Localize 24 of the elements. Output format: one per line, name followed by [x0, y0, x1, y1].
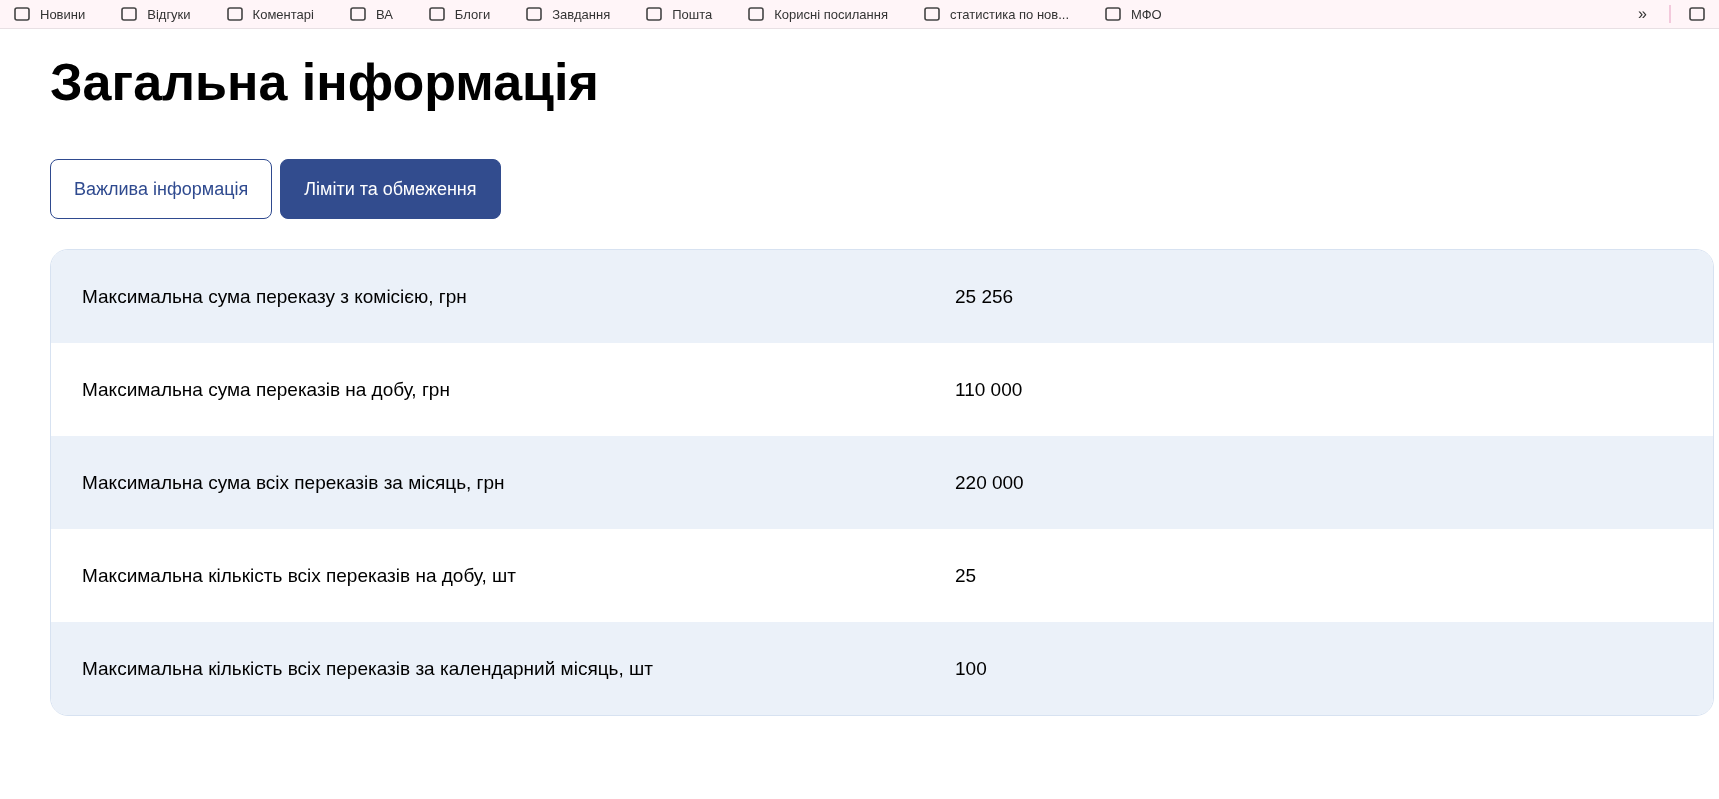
bookmark-link[interactable]: Відгуки [121, 6, 191, 22]
bookmark-link[interactable]: ВА [349, 6, 393, 22]
bookmark-link[interactable]: Новини [14, 6, 86, 22]
limit-label: Максимальна сума переказів на добу, грн [82, 378, 451, 401]
bookmark-link[interactable]: Корисні посилання [748, 6, 888, 22]
limit-label: Максимальна сума переказу з комісією, грн [82, 285, 468, 308]
bookmark-link[interactable]: Пошта [646, 6, 713, 22]
bookmark-link[interactable]: Завдання [526, 6, 611, 22]
bookmark-link[interactable]: Коментарі [226, 6, 314, 22]
tab[interactable]: Важлива інформація [50, 159, 273, 220]
limit-label: Максимальна кількість всіх переказів на добу, шт [82, 564, 517, 587]
limit-value: 25 [955, 564, 977, 587]
limit-value: 220 000 [955, 471, 1024, 494]
bookmark-link[interactable]: статистика по нов... [924, 6, 1070, 22]
limit-label: Максимальна сума всіх переказів за місяць, грн [82, 471, 506, 494]
bookmark-link[interactable]: МФО [1105, 6, 1162, 22]
limit-value: 100 [955, 657, 987, 680]
more-bookmarks-button[interactable]: » [1632, 5, 1653, 23]
limit-label: Максимальна кількість всіх переказів за календарний місяць, шт [82, 657, 654, 680]
tab[interactable]: Ліміти та обмеження [280, 159, 501, 220]
limit-value: 25 256 [955, 285, 1014, 308]
page-title: Загальна інформація [50, 52, 600, 113]
limit-value: 110 000 [955, 378, 1023, 401]
bookmark-link[interactable]: Блоги [428, 6, 491, 22]
